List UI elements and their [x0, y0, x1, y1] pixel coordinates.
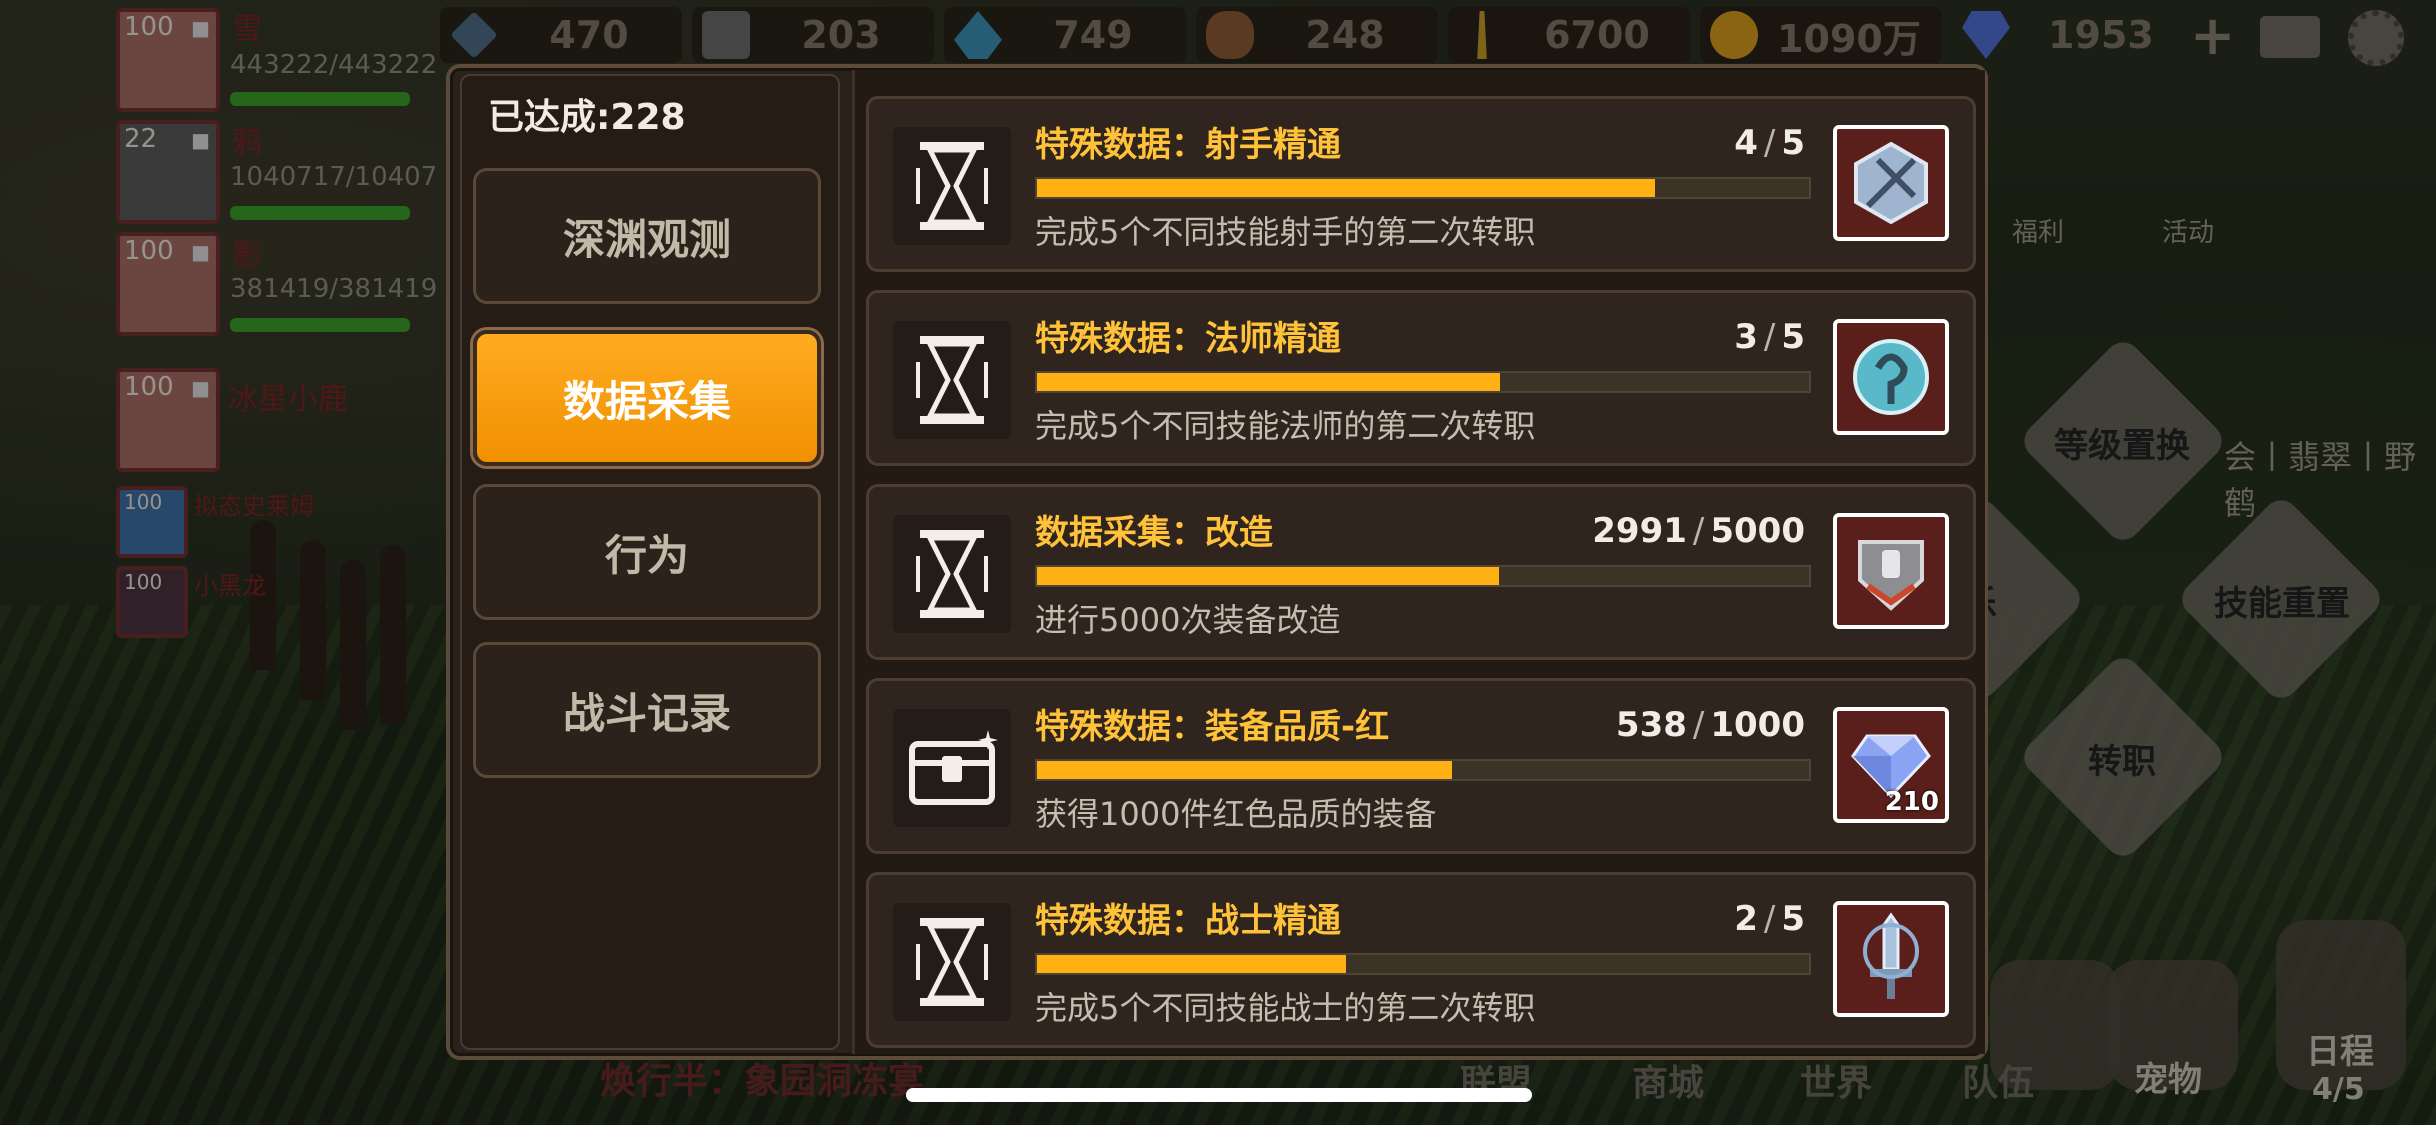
- archer-emblem-icon: [1854, 141, 1928, 225]
- achievement-description: 获得1000件红色品质的装备: [1035, 795, 1437, 833]
- reward-slot[interactable]: [1833, 513, 1949, 629]
- progress-separator: /: [1763, 123, 1776, 163]
- progress-current: 2991: [1592, 511, 1687, 551]
- progress-total: 5: [1781, 123, 1805, 163]
- achievement-progress-text: 538/1000: [1616, 705, 1805, 745]
- achievement-description: 进行5000次装备改造: [1035, 601, 1341, 639]
- achievement-progress-bar: [1035, 565, 1811, 587]
- progress-total: 5: [1781, 899, 1805, 939]
- reward-slot[interactable]: [1833, 319, 1949, 435]
- achievement-description: 完成5个不同技能法师的第二次转职: [1035, 407, 1536, 445]
- home-indicator[interactable]: [906, 1088, 1532, 1102]
- achievement-description: 完成5个不同技能射手的第二次转职: [1035, 213, 1536, 251]
- achievement-row[interactable]: 数据采集：改造 2991/5000 进行5000次装备改造: [866, 484, 1976, 660]
- achievement-progress-text: 2991/5000: [1592, 511, 1805, 551]
- hourglass-icon: [893, 321, 1011, 439]
- progress-current: 538: [1615, 705, 1687, 745]
- reward-count: 210: [1884, 787, 1939, 817]
- hourglass-icon: [893, 515, 1011, 633]
- warrior-sword-emblem-icon: [1863, 912, 1919, 999]
- progress-current: 2: [1734, 899, 1758, 939]
- achievement-progress-bar: [1035, 371, 1811, 393]
- progress-separator: /: [1763, 899, 1776, 939]
- reward-slot[interactable]: [1833, 125, 1949, 241]
- achievement-title: 特殊数据：射手精通: [1035, 125, 1341, 165]
- progress-separator: /: [1692, 511, 1705, 551]
- achievement-row[interactable]: 特殊数据：装备品质-红 538/1000 获得1000件红色品质的装备 210: [866, 678, 1976, 854]
- hourglass-icon: [893, 127, 1011, 245]
- achievement-description: 完成5个不同技能战士的第二次转职: [1035, 989, 1536, 1027]
- achievement-title: 特殊数据：法师精通: [1035, 319, 1341, 359]
- hourglass-icon: [893, 903, 1011, 1021]
- achievement-progress-text: 2/5: [1734, 899, 1805, 939]
- reward-slot[interactable]: [1833, 901, 1949, 1017]
- achievement-progress-bar: [1035, 953, 1811, 975]
- armor-shield-icon: [1858, 540, 1924, 611]
- achievement-row[interactable]: 特殊数据：射手精通 4/5 完成5个不同技能射手的第二次转职: [866, 96, 1976, 272]
- tab-data-collection[interactable]: 数据采集: [473, 330, 821, 466]
- achievement-title: 特殊数据：装备品质-红: [1035, 707, 1390, 747]
- progress-total: 1000: [1710, 705, 1805, 745]
- progress-total: 5: [1781, 317, 1805, 357]
- achievement-title: 特殊数据：战士精通: [1035, 901, 1341, 941]
- progress-separator: /: [1692, 705, 1705, 745]
- progress-current: 3: [1734, 317, 1758, 357]
- tab-behavior[interactable]: 行为: [473, 484, 821, 620]
- achievement-progress-bar: [1035, 177, 1811, 199]
- treasure-chest-icon: [893, 709, 1011, 827]
- progress-separator: /: [1763, 317, 1776, 357]
- reward-slot[interactable]: 210: [1833, 707, 1949, 823]
- achievement-row[interactable]: 特殊数据：战士精通 2/5 完成5个不同技能战士的第二次转职: [866, 872, 1976, 1048]
- achievement-progress-text: 3/5: [1734, 317, 1805, 357]
- progress-total: 5000: [1710, 511, 1805, 551]
- achievement-progress-text: 4/5: [1734, 123, 1805, 163]
- progress-current: 4: [1734, 123, 1758, 163]
- mage-emblem-icon: [1853, 339, 1929, 415]
- tab-abyss-observation[interactable]: 深渊观测: [473, 168, 821, 304]
- achievement-progress-bar: [1035, 759, 1811, 781]
- achieved-count: 已达成:228: [488, 97, 686, 138]
- achievement-title: 数据采集：改造: [1035, 513, 1273, 553]
- achievement-row[interactable]: 特殊数据：法师精通 3/5 完成5个不同技能法师的第二次转职: [866, 290, 1976, 466]
- tab-battle-record[interactable]: 战斗记录: [473, 642, 821, 778]
